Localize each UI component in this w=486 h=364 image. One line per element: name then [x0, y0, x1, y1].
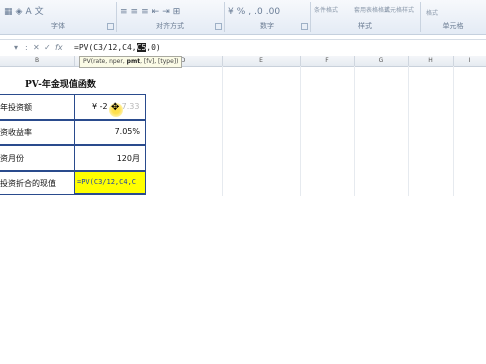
percent-icon[interactable]: %	[237, 6, 246, 18]
name-box-dropdown-icon[interactable]: ▾	[14, 42, 18, 54]
row-label-months[interactable]: 资月份	[0, 153, 24, 164]
formula-prefix: =PV(C3/12,C4,	[74, 43, 137, 52]
ribbon: ▦ ◈ A 文 字体 ≡ ≡ ≡ ⇤ ⇥ ⊞ 对齐方式 ¥ % , .0 .00…	[0, 0, 486, 35]
comma-icon[interactable]: ,	[248, 6, 251, 18]
gridline	[300, 66, 301, 196]
cell-formula-text: =PV(C3/12,C4,C	[77, 178, 137, 186]
cell-styles-button[interactable]: 单元格样式	[384, 5, 414, 14]
gridline	[222, 66, 223, 196]
sheet-title: PV-年金现值函数	[25, 80, 96, 90]
formula-input[interactable]: =PV(C3/12,C4,C5,0)	[74, 40, 161, 56]
cells-group-label: 单元格	[442, 22, 464, 30]
months-value[interactable]: 120月	[80, 153, 140, 164]
insert-function-icon[interactable]: fx	[55, 42, 63, 54]
gridline	[408, 66, 409, 196]
formula-suffix: ,0)	[146, 43, 161, 52]
alignment-group-label: 对齐方式	[156, 22, 184, 30]
number-dialog-launcher[interactable]	[301, 23, 308, 30]
tooltip-text-pre: PV(rate, nper,	[83, 58, 127, 65]
alignment-group: ≡ ≡ ≡ ⇤ ⇥ ⊞ 对齐方式	[116, 2, 225, 32]
column-headers: B C D E F G H I	[0, 56, 486, 67]
decrease-decimal-icon[interactable]: .00	[266, 6, 280, 18]
formula-selected-ref: C5	[136, 43, 147, 52]
column-header-b[interactable]: B	[0, 56, 75, 66]
font-color-icon[interactable]: A	[25, 6, 31, 18]
active-cell-editing[interactable]: =PV(C3/12,C4,C	[74, 171, 146, 194]
column-header-g[interactable]: G	[354, 56, 409, 66]
align-left-icon[interactable]: ≡	[120, 6, 128, 18]
font-group: ▦ ◈ A 文 字体	[0, 2, 117, 32]
decrease-indent-icon[interactable]: ⇤	[152, 6, 160, 18]
formula-bar: ▾ : ✕ ✓ fx =PV(C3/12,C4,C5,0)	[0, 39, 486, 57]
align-center-icon[interactable]: ≡	[131, 6, 139, 18]
styles-group: 条件格式 套用表格格式 单元格样式 样式	[310, 2, 421, 32]
tooltip-text-post: , [fv], [type])	[140, 58, 179, 65]
conditional-format-button[interactable]: 条件格式	[314, 5, 338, 14]
alignment-dialog-launcher[interactable]	[215, 23, 222, 30]
font-group-label: 字体	[51, 22, 65, 30]
row-label-annual-investment[interactable]: 年投资额	[0, 102, 32, 113]
tooltip-current-arg: pmt	[126, 58, 141, 65]
column-header-f[interactable]: F	[300, 56, 355, 66]
value-faded-part: 7.33	[121, 102, 140, 111]
enter-icon[interactable]: ✓	[44, 42, 51, 54]
increase-indent-icon[interactable]: ⇥	[162, 6, 170, 18]
function-tooltip[interactable]: PV(rate, nper, pmt, [fv], [type])	[79, 56, 183, 68]
row-label-present-value[interactable]: 投资折合的现值	[0, 178, 56, 189]
format-button[interactable]: 格式	[426, 8, 438, 17]
currency-symbol: ¥	[92, 102, 98, 111]
value-visible-part: -2	[99, 102, 108, 111]
gridline	[453, 66, 454, 196]
number-group-label: 数字	[260, 22, 274, 30]
gridline	[354, 66, 355, 196]
cells-group: 格式 单元格	[420, 2, 486, 32]
return-rate-value[interactable]: 7.05%	[80, 127, 140, 136]
number-group: ¥ % , .0 .00 数字	[224, 2, 311, 32]
column-header-h[interactable]: H	[408, 56, 454, 66]
font-dialog-launcher[interactable]	[107, 23, 114, 30]
cursor-icon	[109, 102, 123, 117]
currency-icon[interactable]: ¥	[228, 6, 234, 18]
formula-options-icon[interactable]: :	[25, 42, 28, 54]
merge-center-icon[interactable]: ⊞	[173, 6, 181, 18]
increase-decimal-icon[interactable]: .0	[254, 6, 263, 18]
column-header-i[interactable]: I	[453, 56, 486, 66]
fill-color-icon[interactable]: ◈	[16, 6, 23, 18]
column-header-e[interactable]: E	[222, 56, 301, 66]
name-box[interactable]	[0, 40, 12, 56]
phonetic-icon[interactable]: 文	[35, 6, 44, 18]
border-icon[interactable]: ▦	[4, 6, 13, 18]
cancel-icon[interactable]: ✕	[33, 42, 40, 54]
align-right-icon[interactable]: ≡	[141, 6, 149, 18]
styles-group-label: 样式	[358, 22, 372, 30]
row-label-return-rate[interactable]: 资收益率	[0, 127, 32, 138]
